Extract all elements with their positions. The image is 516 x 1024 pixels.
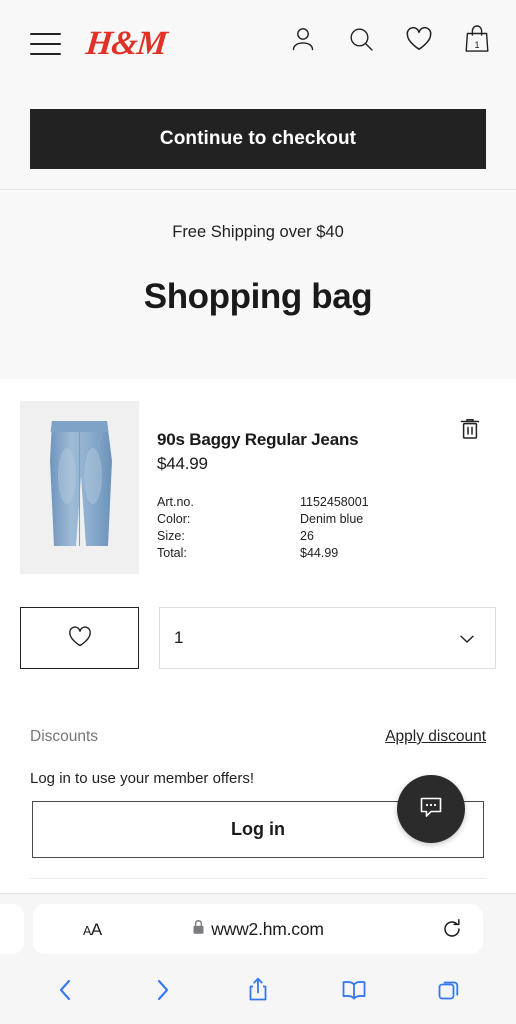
free-shipping-message: Free Shipping over $40 xyxy=(172,223,344,241)
share-icon[interactable] xyxy=(236,968,280,1012)
spec-value: 1152458001 xyxy=(300,495,369,509)
shopping-bag-wrapper: 1 xyxy=(460,22,494,56)
browser-toolbar xyxy=(0,964,516,1016)
hamburger-line xyxy=(30,33,61,35)
spec-key: Color: xyxy=(157,512,191,526)
item-actions-row: 1 xyxy=(0,607,516,671)
bag-item-count: 1 xyxy=(474,40,480,50)
discounts-label: Discounts xyxy=(30,728,99,745)
product-name[interactable]: 90s Baggy Regular Jeans xyxy=(157,429,437,451)
hamburger-line xyxy=(30,53,61,55)
quantity-value: 1 xyxy=(174,628,184,647)
product-image[interactable] xyxy=(20,401,139,574)
bookmarks-icon[interactable] xyxy=(332,968,376,1012)
spec-row: Total: $44.99 xyxy=(157,545,437,562)
trash-icon[interactable] xyxy=(456,415,484,443)
chat-bubble-icon xyxy=(416,792,446,827)
quantity-select[interactable]: 1 xyxy=(159,607,496,669)
spec-value: 26 xyxy=(300,529,314,543)
spec-row: Color: Denim blue xyxy=(157,511,437,528)
continue-to-checkout-button[interactable]: Continue to checkout xyxy=(30,109,486,169)
spec-value: $44.99 xyxy=(300,546,339,560)
spec-value: Denim blue xyxy=(300,512,364,526)
hamburger-line xyxy=(30,43,61,45)
discounts-row: Discounts Apply discount xyxy=(30,728,486,746)
product-info: 90s Baggy Regular Jeans $44.99 Art.no. 1… xyxy=(157,429,437,562)
site-header: H&M 1 xyxy=(0,0,516,90)
forward-icon[interactable] xyxy=(140,968,184,1012)
back-icon[interactable] xyxy=(44,968,88,1012)
spec-key: Total: xyxy=(157,546,187,560)
address-bar[interactable]: AA www2.hm.com xyxy=(33,904,483,954)
checkout-cta-zone: Continue to checkout xyxy=(0,90,516,190)
url-text: www2.hm.com xyxy=(211,919,324,939)
chevron-down-icon xyxy=(457,629,477,654)
page-title: Shopping bag xyxy=(143,277,373,316)
url-display: www2.hm.com xyxy=(33,919,483,940)
hm-logo[interactable]: H&M xyxy=(84,25,168,62)
reload-icon[interactable] xyxy=(441,918,463,945)
adjacent-tab-peek[interactable] xyxy=(0,904,24,954)
spec-key: Size: xyxy=(157,529,185,543)
apply-discount-link[interactable]: Apply discount xyxy=(385,728,486,746)
banner-zone: Free Shipping over $40 Shopping bag xyxy=(0,191,516,379)
product-price: $44.99 xyxy=(157,454,208,473)
move-to-wishlist-button[interactable] xyxy=(20,607,139,669)
favorites-heart-icon[interactable] xyxy=(402,22,436,56)
account-icon[interactable] xyxy=(286,22,320,56)
browser-chrome: AA www2.hm.com xyxy=(0,893,516,1024)
member-offer-text: Log in to use your member offers! xyxy=(30,770,255,787)
chat-support-button[interactable] xyxy=(397,775,465,843)
search-icon[interactable] xyxy=(344,22,378,56)
tabs-icon[interactable] xyxy=(428,968,472,1012)
page-root: H&M 1 Continue to checkout Free Shipping… xyxy=(0,0,516,1024)
heart-outline-icon xyxy=(68,625,92,651)
header-icon-group: 1 xyxy=(286,22,494,56)
product-spec-table: Art.no. 1152458001 Color: Denim blue Siz… xyxy=(157,494,437,562)
spec-key: Art.no. xyxy=(157,495,194,509)
section-divider xyxy=(30,878,486,879)
hamburger-menu-icon[interactable] xyxy=(30,33,61,55)
spec-row: Art.no. 1152458001 xyxy=(157,494,437,511)
lock-icon xyxy=(192,919,205,940)
jeans-illustration xyxy=(20,401,139,574)
shopping-bag-icon[interactable]: 1 xyxy=(460,22,494,56)
spec-row: Size: 26 xyxy=(157,528,437,545)
